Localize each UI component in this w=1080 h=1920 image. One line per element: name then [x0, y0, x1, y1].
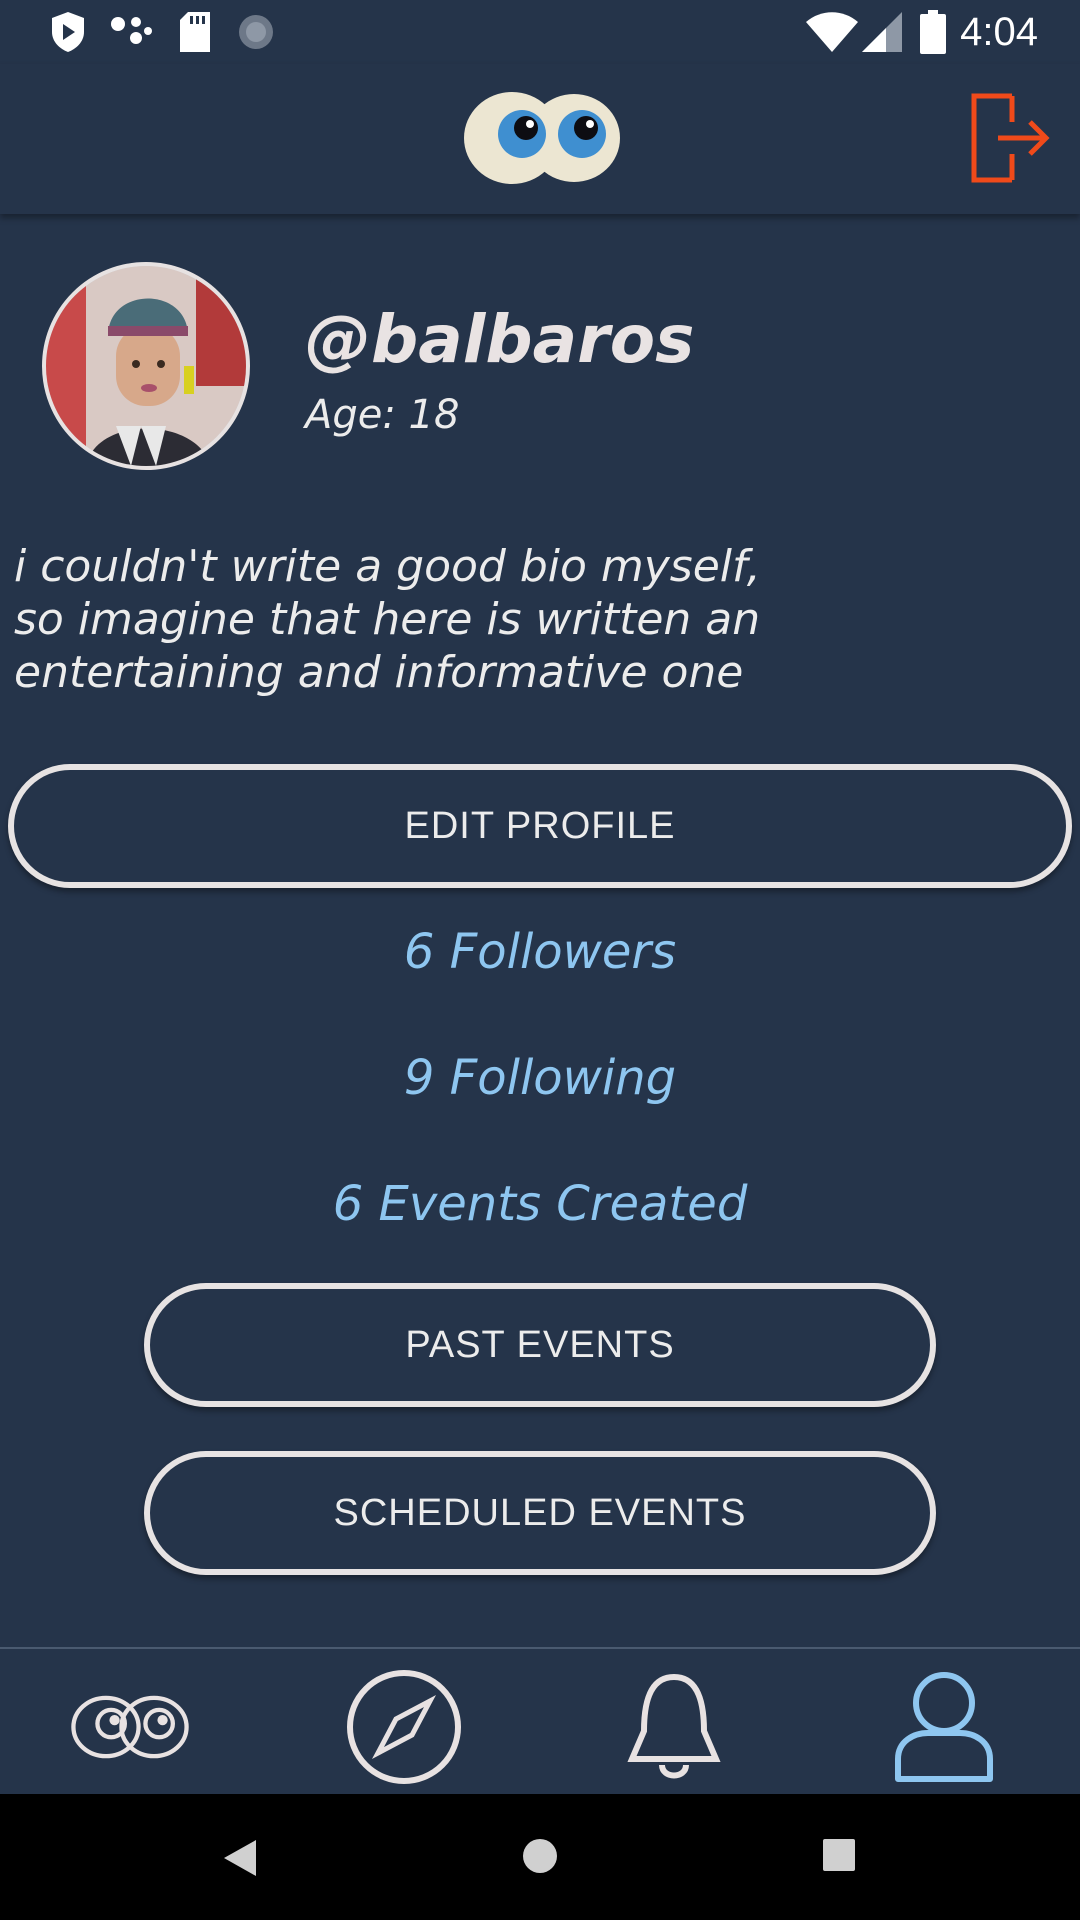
bell-icon[interactable]	[614, 1667, 734, 1787]
assistant-dots-icon	[111, 17, 152, 44]
back-icon[interactable]	[222, 1838, 258, 1878]
scheduled-events-button[interactable]: SCHEDULED EVENTS	[144, 1451, 936, 1575]
signal-icon	[862, 12, 902, 52]
sd-card-icon	[180, 12, 210, 52]
shield-icon	[52, 12, 84, 52]
compass-icon[interactable]	[344, 1667, 464, 1787]
eyes-home-icon[interactable]	[70, 1667, 190, 1787]
avatar[interactable]	[42, 262, 250, 470]
system-nav-bar	[0, 1794, 1080, 1920]
username: @balbaros	[305, 301, 695, 378]
profile-summary: @balbaros Age: 18	[0, 250, 1080, 480]
bio-text: i couldn't write a good bio myself, so i…	[14, 541, 761, 698]
wifi-icon	[806, 12, 858, 52]
age-label: Age: 18	[305, 392, 460, 438]
profile-icon[interactable]	[884, 1667, 1004, 1787]
loading-icon	[239, 15, 273, 49]
home-icon[interactable]	[522, 1838, 558, 1874]
status-time: 4:04	[960, 10, 1038, 54]
followers-link[interactable]: 6 Followers	[0, 922, 1080, 982]
status-bar: 4:04	[0, 0, 1080, 64]
battery-icon	[920, 10, 946, 54]
following-link[interactable]: 9 Following	[0, 1048, 1080, 1108]
past-events-button[interactable]: PAST EVENTS	[144, 1283, 936, 1407]
events-created-link[interactable]: 6 Events Created	[0, 1174, 1080, 1234]
logout-icon[interactable]	[968, 92, 1052, 188]
bottom-nav	[0, 1647, 1080, 1796]
recents-icon[interactable]	[822, 1838, 856, 1872]
edit-profile-button[interactable]: EDIT PROFILE	[8, 764, 1072, 888]
eyes-logo-icon[interactable]	[462, 90, 622, 186]
app-header	[0, 64, 1080, 214]
